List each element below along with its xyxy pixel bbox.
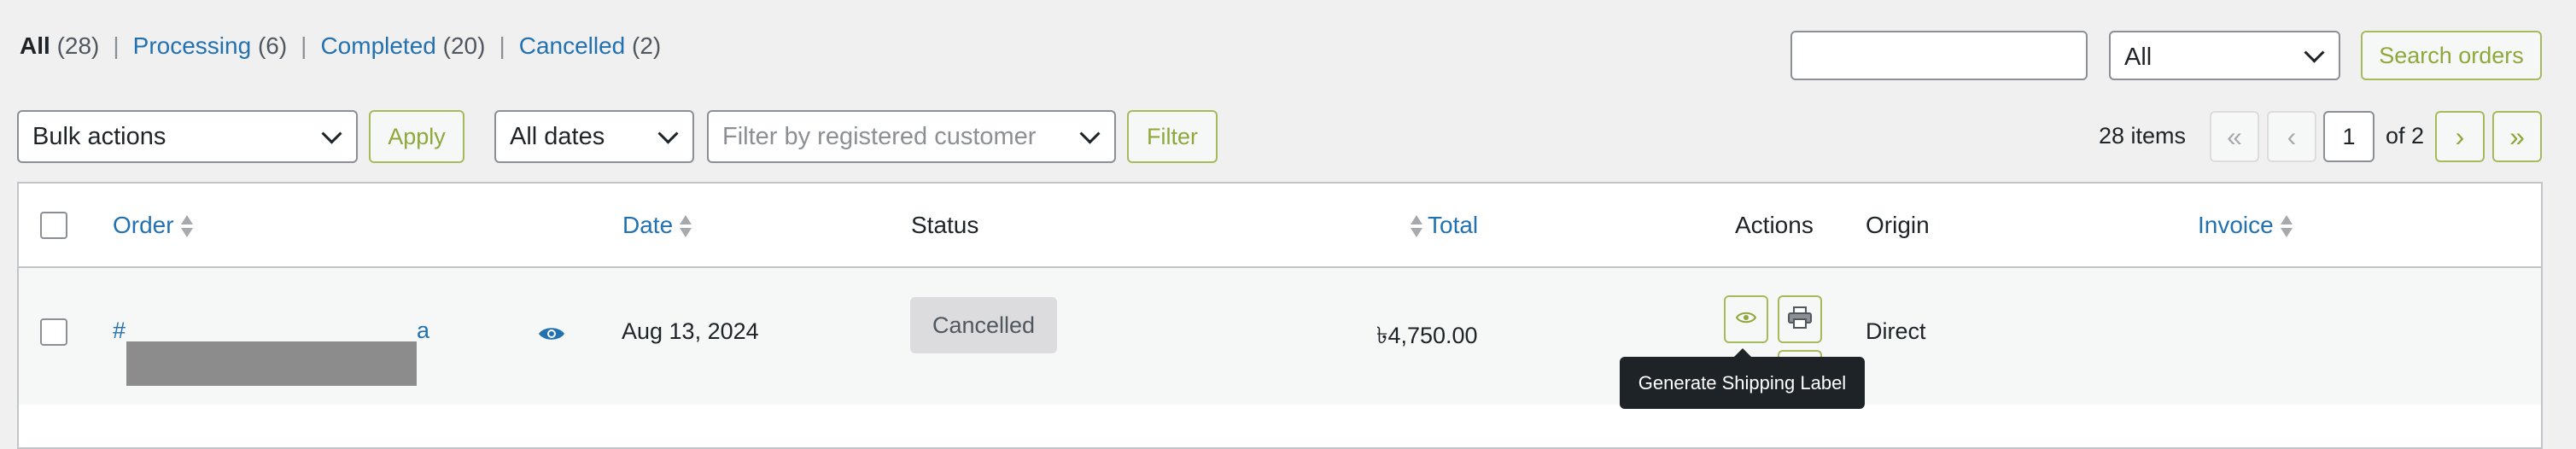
separator: | bbox=[301, 32, 307, 59]
dates-value: All dates bbox=[510, 123, 605, 150]
table-header: Order Date Status Total Actions Origin I… bbox=[19, 184, 2541, 268]
first-page-button[interactable]: « bbox=[2210, 111, 2259, 162]
filter-all-link[interactable]: All (28) bbox=[20, 32, 99, 59]
chevron-down-icon bbox=[321, 123, 342, 144]
filter-button[interactable]: Filter bbox=[1127, 110, 1218, 163]
printer-icon bbox=[1787, 306, 1813, 334]
status-badge: Cancelled bbox=[910, 297, 1057, 353]
filter-cancelled-link[interactable]: Cancelled (2) bbox=[519, 32, 662, 59]
dates-select[interactable]: All dates bbox=[494, 110, 694, 163]
order-prefix: # bbox=[113, 318, 126, 343]
current-page-input[interactable]: 1 bbox=[2323, 111, 2374, 162]
print-invoice-button[interactable] bbox=[1778, 295, 1822, 343]
items-count: 28 items bbox=[2099, 123, 2187, 149]
tooltip: Generate Shipping Label bbox=[1620, 348, 1865, 409]
column-date-header[interactable]: Date bbox=[622, 184, 692, 266]
order-origin: Direct bbox=[1866, 318, 1926, 344]
separator: | bbox=[113, 32, 120, 59]
column-status-header: Status bbox=[911, 212, 979, 238]
status-filter-links: All (28) | Processing (6) | Completed (20) | C… bbox=[20, 32, 661, 60]
column-origin-header: Origin bbox=[1866, 212, 1930, 238]
filter-processing-link[interactable]: Processing (6) bbox=[133, 32, 288, 59]
customer-filter-placeholder: Filter by registered customer bbox=[722, 123, 1037, 150]
prev-page-button[interactable]: ‹ bbox=[2267, 111, 2316, 162]
chevron-down-icon bbox=[2304, 42, 2325, 63]
column-actions-header: Actions bbox=[1735, 212, 1814, 238]
next-page-button[interactable]: › bbox=[2435, 111, 2485, 162]
bulk-actions-select[interactable]: Bulk actions bbox=[17, 110, 358, 163]
chevron-down-icon bbox=[657, 123, 679, 144]
date-header-label: Date bbox=[622, 212, 674, 238]
apply-button[interactable]: Apply bbox=[369, 110, 464, 163]
column-order-header[interactable]: Order bbox=[113, 184, 193, 266]
order-date: Aug 13, 2024 bbox=[622, 318, 759, 344]
sort-icon bbox=[2280, 214, 2293, 239]
customer-filter-select[interactable]: Filter by registered customer bbox=[707, 110, 1116, 163]
eye-icon[interactable] bbox=[538, 324, 565, 347]
invoice-header-label: Invoice bbox=[2198, 212, 2274, 238]
order-suffix: a bbox=[417, 318, 430, 343]
last-page-button[interactable]: » bbox=[2492, 111, 2542, 162]
column-invoice-header[interactable]: Invoice bbox=[2198, 184, 2293, 266]
search-type-select[interactable]: All bbox=[2109, 31, 2340, 80]
filter-label: Filter bbox=[1147, 123, 1198, 149]
apply-label: Apply bbox=[388, 123, 446, 149]
column-total-header[interactable]: Total bbox=[1411, 184, 1478, 266]
orders-table: Order Date Status Total Actions Origin I… bbox=[17, 182, 2543, 449]
eye-icon bbox=[1735, 311, 1757, 329]
order-total: ৳4,750.00 bbox=[1376, 323, 1478, 348]
chevron-down-icon bbox=[1079, 123, 1101, 144]
select-all-checkbox[interactable] bbox=[40, 212, 67, 239]
separator: | bbox=[499, 32, 505, 59]
bulk-actions-value: Bulk actions bbox=[32, 123, 166, 150]
generate-shipping-label-button[interactable] bbox=[1724, 295, 1768, 343]
table-row: # a Aug 13, 2024 Cancelled ৳4,750.00 Dir… bbox=[19, 268, 2541, 405]
row-checkbox[interactable] bbox=[40, 318, 67, 346]
order-number-link[interactable]: # bbox=[113, 318, 126, 344]
sort-icon bbox=[680, 214, 692, 239]
sort-icon bbox=[180, 214, 193, 239]
redacted-order-name bbox=[126, 341, 417, 386]
search-type-value: All bbox=[2124, 44, 2153, 71]
search-orders-button[interactable]: Search orders bbox=[2361, 31, 2542, 80]
order-header-label: Order bbox=[113, 212, 174, 238]
search-input[interactable] bbox=[1790, 31, 2088, 80]
page-total: of 2 bbox=[2386, 123, 2425, 149]
search-orders-label: Search orders bbox=[2379, 42, 2524, 68]
total-header-label: Total bbox=[1428, 212, 1479, 238]
filter-completed-link[interactable]: Completed (20) bbox=[320, 32, 485, 59]
sort-icon bbox=[1411, 214, 1422, 239]
